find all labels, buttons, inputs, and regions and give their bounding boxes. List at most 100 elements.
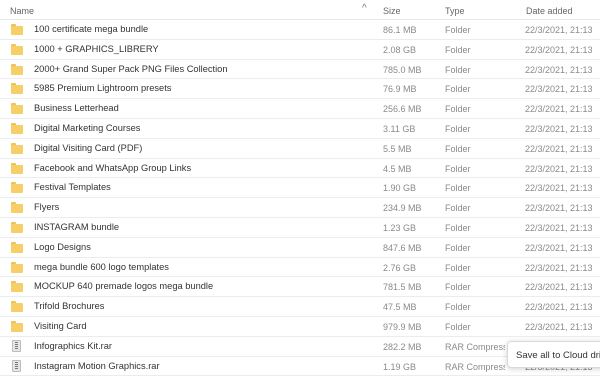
- sort-ascending-icon[interactable]: ^: [362, 3, 367, 14]
- file-list: 100 certificate mega bundle 86.1 MB Folder…: [0, 20, 600, 377]
- file-row[interactable]: Trifold Brochures 47.5 MB Folder 22/3/2021,…: [0, 297, 600, 317]
- file-size: 4.5 MB: [383, 163, 412, 174]
- name-column-header[interactable]: Name: [10, 6, 34, 16]
- archive-icon: [12, 359, 21, 372]
- file-date-added: 22/3/2021, 21:13: [525, 25, 593, 35]
- file-date-added: 22/3/2021, 21:13: [525, 282, 593, 293]
- column-header: Name ^ Size Type Date added: [0, 0, 600, 20]
- folder-icon: [11, 43, 23, 55]
- file-type: Folder: [445, 183, 471, 194]
- file-name: 100 certificate mega bundle: [34, 24, 149, 34]
- size-column-header[interactable]: Size: [383, 6, 401, 16]
- file-date-added: 22/3/2021, 21:13: [525, 183, 593, 194]
- file-name: Instagram Motion Graphics.rar: [34, 360, 160, 371]
- file-size: 1.23 GB: [383, 222, 417, 233]
- save-all-to-cloud-drive-button[interactable]: Save all to Cloud drive: [507, 341, 600, 368]
- file-type: RAR Compress: [445, 361, 505, 372]
- file-name: Infographics Kit.rar: [34, 340, 113, 351]
- folder-icon: [11, 261, 23, 273]
- file-date-added: 22/3/2021, 21:13: [525, 262, 593, 273]
- file-date-added: 22/3/2021, 21:13: [525, 104, 593, 115]
- folder-icon: [11, 142, 23, 154]
- file-type: Folder: [445, 203, 471, 214]
- file-name: INSTAGRAM bundle: [34, 221, 120, 232]
- file-date-added: 22/3/2021, 21:13: [525, 123, 593, 134]
- file-date-added: 22/3/2021, 21:13: [525, 302, 593, 313]
- file-size: 86.1 MB: [383, 25, 417, 35]
- file-name: 2000+ Grand Super Pack PNG Files Collect…: [34, 63, 228, 74]
- file-row[interactable]: Logo Designs 847.6 MB Folder 22/3/2021, 21:…: [0, 238, 600, 258]
- file-type: RAR Compress: [445, 341, 505, 352]
- file-row[interactable]: MOCKUP 640 premade logos mega bundle 781.…: [0, 277, 600, 298]
- file-name: 5985 Premium Lightroom presets: [34, 83, 172, 94]
- folder-icon: [11, 182, 23, 194]
- file-row[interactable]: Digital Marketing Courses 3.11 GB Folder 22…: [0, 119, 600, 139]
- file-row[interactable]: 1000 + GRAPHICS_LIBRERY 2.08 GB Folder 22/3…: [0, 40, 600, 60]
- date-column-header[interactable]: Date added: [526, 6, 573, 16]
- file-size: 47.5 MB: [383, 302, 417, 313]
- file-row[interactable]: Visiting Card 979.9 MB Folder 22/3/2021, 21…: [0, 317, 600, 337]
- file-size: 781.5 MB: [383, 282, 422, 293]
- file-size: 2.76 GB: [383, 262, 417, 273]
- folder-icon: [11, 281, 23, 293]
- file-name: Flyers: [34, 202, 60, 213]
- file-name: 1000 + GRAPHICS_LIBRERY: [34, 43, 159, 54]
- file-row[interactable]: mega bundle 600 logo templates 2.76 GB Fol…: [0, 258, 600, 278]
- folder-icon: [11, 122, 23, 134]
- file-type: Folder: [445, 104, 471, 115]
- file-type: Folder: [445, 64, 471, 75]
- file-type: Folder: [445, 222, 471, 233]
- file-name: MOCKUP 640 premade logos mega bundle: [34, 281, 214, 292]
- file-row[interactable]: Flyers 234.9 MB Folder 22/3/2021, 21:13: [0, 198, 600, 218]
- file-size: 234.9 MB: [383, 203, 422, 214]
- folder-icon: [11, 241, 23, 253]
- file-row[interactable]: 5985 Premium Lightroom presets 76.9 MB Fol…: [0, 79, 600, 100]
- file-date-added: 22/3/2021, 21:13: [525, 242, 593, 253]
- file-name: Logo Designs: [34, 241, 91, 252]
- file-name: Digital Visiting Card (PDF): [34, 142, 143, 153]
- file-date-added: 22/3/2021, 21:13: [525, 64, 593, 75]
- file-type: Folder: [445, 262, 471, 273]
- file-row[interactable]: Festival Templates 1.90 GB Folder 22/3/2021…: [0, 178, 600, 199]
- folder-icon: [11, 24, 23, 35]
- file-row[interactable]: INSTAGRAM bundle 1.23 GB Folder 22/3/2021, …: [0, 218, 600, 238]
- type-column-header[interactable]: Type: [445, 6, 465, 16]
- file-name: Trifold Brochures: [34, 301, 105, 312]
- folder-icon: [11, 63, 23, 75]
- file-row[interactable]: Facebook and WhatsApp Group Links 4.5 MB F…: [0, 159, 600, 179]
- file-type: Folder: [445, 242, 471, 253]
- file-size: 847.6 MB: [383, 242, 422, 253]
- file-date-added: 22/3/2021, 21:13: [525, 44, 593, 55]
- file-type: Folder: [445, 84, 471, 95]
- file-row[interactable]: Digital Visiting Card (PDF) 5.5 MB Folder 2…: [0, 139, 600, 159]
- file-row[interactable]: 100 certificate mega bundle 86.1 MB Folder…: [0, 20, 600, 40]
- folder-icon: [11, 202, 23, 214]
- folder-icon: [11, 320, 23, 332]
- file-type: Folder: [445, 25, 471, 35]
- file-date-added: 22/3/2021, 21:13: [525, 222, 593, 233]
- file-name: Facebook and WhatsApp Group Links: [34, 162, 192, 173]
- file-row[interactable]: 2000+ Grand Super Pack PNG Files Collect…: [0, 60, 600, 80]
- folder-icon: [11, 103, 23, 115]
- file-type: Folder: [445, 321, 471, 332]
- archive-icon: [12, 339, 21, 352]
- folder-icon: [11, 221, 23, 233]
- file-name: Business Letterhead: [34, 103, 119, 114]
- file-type: Folder: [445, 282, 471, 293]
- file-row[interactable]: Business Letterhead 256.6 MB Folder 22/3/20…: [0, 99, 600, 119]
- file-type: Folder: [445, 123, 471, 134]
- file-date-added: 22/3/2021, 21:13: [525, 203, 593, 214]
- file-size: 979.9 MB: [383, 321, 422, 332]
- folder-icon: [11, 162, 23, 174]
- file-name: Visiting Card: [34, 320, 87, 331]
- file-size: 5.5 MB: [383, 143, 412, 154]
- file-size: 282.2 MB: [383, 341, 422, 352]
- file-date-added: 22/3/2021, 21:13: [525, 143, 593, 154]
- file-type: Folder: [445, 302, 471, 313]
- file-date-added: 22/3/2021, 21:13: [525, 163, 593, 174]
- file-size: 1.90 GB: [383, 183, 417, 194]
- folder-icon: [11, 301, 23, 313]
- file-name: mega bundle 600 logo templates: [34, 261, 169, 272]
- file-name: Digital Marketing Courses: [34, 122, 141, 133]
- file-size: 3.11 GB: [383, 123, 416, 134]
